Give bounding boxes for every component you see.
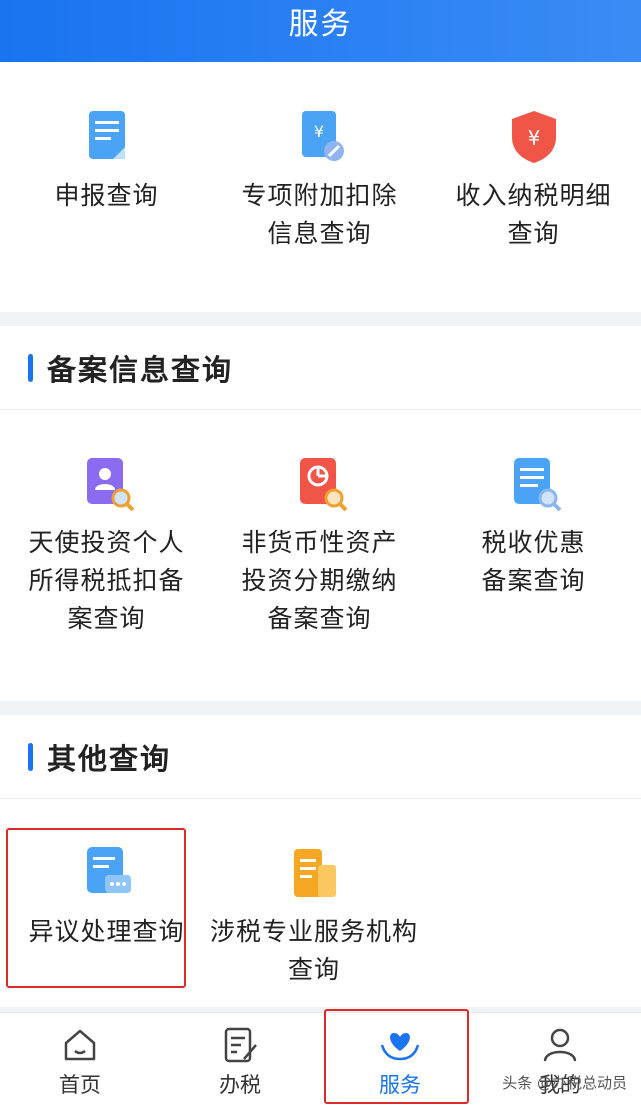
- tax-agency-label-line1: 涉税专业服务机构: [209, 917, 418, 946]
- watermark-text: 头条 @办税总动员: [502, 1074, 627, 1092]
- declaration-query-item[interactable]: 申报查询: [0, 107, 213, 215]
- yuan-shield-icon: ¥: [511, 111, 556, 163]
- list-search-icon: [513, 458, 561, 512]
- tax-preference-label-line2: 备案查询: [481, 566, 586, 595]
- filing-query-card: 备案信息查询 天使投资个人 所得税抵扣备 案查询 非货币性资产 投资分期缴纳 备…: [0, 326, 641, 701]
- other-section-title: 其他查询: [47, 741, 172, 776]
- other-section-header: 其他查询: [0, 715, 641, 799]
- yuan-document-icon: ¥: [301, 111, 344, 161]
- home-icon: [64, 1029, 96, 1061]
- non-monetary-asset-label-line3: 备案查询: [267, 604, 372, 633]
- building-icon: [294, 849, 336, 897]
- income-tax-detail-query-item[interactable]: ¥ 收入纳税明细 查询: [427, 107, 640, 253]
- page-title: 服务: [288, 7, 353, 42]
- highlight-box-service-tab: [324, 1009, 469, 1104]
- svg-text:¥: ¥: [313, 122, 323, 141]
- tax-agency-query-item[interactable]: 涉税专业服务机构 查询: [200, 843, 428, 989]
- angel-investment-label-line2: 所得税抵扣备: [28, 566, 185, 595]
- tab-tax-handling-label: 办税: [219, 1073, 261, 1097]
- tax-agency-label-line2: 查询: [287, 955, 340, 984]
- document-icon: [88, 111, 125, 159]
- user-icon: [543, 1028, 577, 1062]
- tab-home-label: 首页: [59, 1073, 101, 1097]
- tax-preference-label-line1: 税收优惠: [481, 528, 586, 557]
- query-card-main: 申报查询 ¥ 专项附加扣除 信息查询 ¥ 收入纳税明细 查询: [0, 62, 641, 312]
- section-accent-bar: [28, 353, 33, 382]
- non-monetary-asset-label-line2: 投资分期缴纳: [241, 566, 398, 595]
- page-header: 服务: [0, 0, 641, 62]
- person-search-icon: [86, 458, 134, 512]
- income-tax-detail-label-line2: 查询: [507, 219, 560, 248]
- tax-preference-query-item[interactable]: 税收优惠 备案查询: [427, 454, 640, 600]
- filing-section-header: 备案信息查询: [0, 326, 641, 410]
- angel-investment-label-line3: 案查询: [67, 604, 146, 633]
- section-accent-bar: [28, 742, 33, 771]
- special-deduction-query-item[interactable]: ¥ 专项附加扣除 信息查询: [213, 107, 426, 253]
- income-tax-detail-label-line1: 收入纳税明细: [455, 181, 612, 210]
- svg-text:¥: ¥: [527, 126, 540, 150]
- angel-investment-label-line1: 天使投资个人: [28, 528, 185, 557]
- tab-home[interactable]: 首页: [0, 1013, 160, 1107]
- highlight-box-objection: [6, 828, 186, 988]
- special-deduction-label-line1: 专项附加扣除: [241, 181, 398, 210]
- declaration-query-label: 申报查询: [54, 181, 159, 210]
- pie-chart-search-icon: [299, 458, 347, 512]
- non-monetary-asset-label-line1: 非货币性资产: [241, 528, 398, 557]
- edit-document-icon: [224, 1027, 257, 1063]
- tab-tax-handling[interactable]: 办税: [160, 1013, 320, 1107]
- non-monetary-asset-query-item[interactable]: 非货币性资产 投资分期缴纳 备案查询: [213, 454, 426, 638]
- filing-section-title: 备案信息查询: [47, 352, 234, 387]
- special-deduction-label-line2: 信息查询: [267, 219, 372, 248]
- angel-investment-query-item[interactable]: 天使投资个人 所得税抵扣备 案查询: [0, 454, 213, 638]
